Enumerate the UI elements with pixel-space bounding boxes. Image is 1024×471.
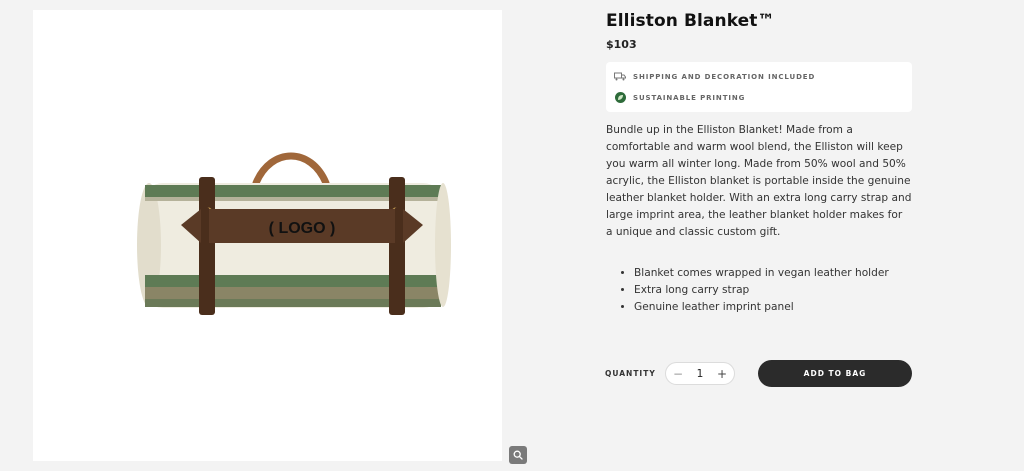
perk-shipping-label: SHIPPING AND DECORATION INCLUDED bbox=[633, 72, 816, 81]
perks-box: SHIPPING AND DECORATION INCLUDED SUSTAIN… bbox=[606, 62, 912, 112]
quantity-label: QUANTITY bbox=[605, 369, 656, 378]
feature-list: Blanket comes wrapped in vegan leather h… bbox=[606, 265, 912, 316]
decrement-button[interactable]: − bbox=[672, 368, 684, 380]
list-item: Blanket comes wrapped in vegan leather h… bbox=[634, 265, 912, 282]
product-info: Elliston Blanket™ $103 SHIPPING AND DECO… bbox=[606, 10, 912, 316]
perk-shipping: SHIPPING AND DECORATION INCLUDED bbox=[614, 66, 904, 87]
product-image-panel: ( LOGO ) bbox=[33, 10, 527, 464]
product-title: Elliston Blanket™ bbox=[606, 11, 775, 31]
list-item: Extra long carry strap bbox=[634, 282, 912, 299]
product-image[interactable]: ( LOGO ) bbox=[121, 145, 467, 325]
perk-sustainable: SUSTAINABLE PRINTING bbox=[614, 87, 904, 108]
purchase-row: QUANTITY − 1 + ADD TO BAG bbox=[605, 360, 912, 387]
magnifier-icon bbox=[513, 450, 523, 460]
product-description: Bundle up in the Elliston Blanket! Made … bbox=[606, 124, 912, 238]
increment-button[interactable]: + bbox=[716, 368, 728, 380]
truck-icon bbox=[614, 71, 626, 83]
list-item: Genuine leather imprint panel bbox=[634, 299, 912, 316]
leaf-icon bbox=[614, 92, 626, 103]
product-price: $103 bbox=[606, 38, 637, 51]
quantity-value[interactable]: 1 bbox=[697, 368, 704, 380]
logo-placeholder: ( LOGO ) bbox=[269, 220, 336, 237]
quantity-stepper[interactable]: − 1 + bbox=[665, 362, 735, 385]
zoom-button[interactable] bbox=[509, 446, 527, 464]
add-to-bag-button[interactable]: ADD TO BAG bbox=[758, 360, 912, 387]
perk-sustainable-label: SUSTAINABLE PRINTING bbox=[633, 93, 746, 102]
